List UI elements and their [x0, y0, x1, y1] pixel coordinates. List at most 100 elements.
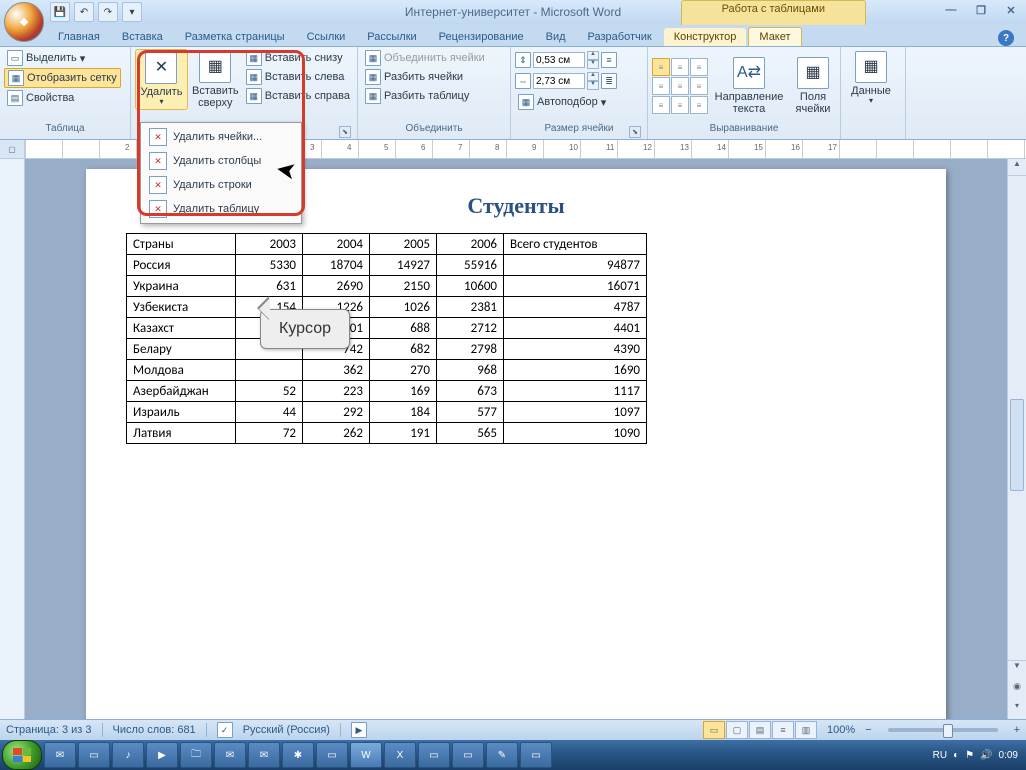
- tb-app-9[interactable]: ▭: [316, 742, 348, 768]
- taskbar: ✉ ▭ ♪ ▶ 🗀 ✉ ✉ ✱ ▭ W X ▭ ▭ ✎ ▭ RU ◐ ⚑ 🔊 0…: [0, 740, 1026, 770]
- page[interactable]: Студенты Страны2003200420052006Всего сту…: [86, 169, 946, 719]
- height-icon: ⇕: [515, 52, 531, 68]
- insert-left-button[interactable]: ▦Вставить слева: [243, 68, 353, 86]
- tb-app-4[interactable]: ▶: [146, 742, 178, 768]
- tab-review[interactable]: Рецензирование: [429, 28, 534, 46]
- ruler-corner[interactable]: ▢: [0, 140, 25, 158]
- tb-app-13[interactable]: ▭: [520, 742, 552, 768]
- autofit-button[interactable]: ▦Автоподбор ▾: [515, 93, 617, 111]
- tb-app-11[interactable]: ▭: [452, 742, 484, 768]
- tb-app-1[interactable]: ✉: [44, 742, 76, 768]
- tb-app-3[interactable]: ♪: [112, 742, 144, 768]
- merge-cells-button: ▦Объединить ячейки: [362, 49, 488, 67]
- tb-excel[interactable]: X: [384, 742, 416, 768]
- status-words[interactable]: Число слов: 681: [113, 724, 196, 736]
- prev-page-icon[interactable]: ◉: [1008, 681, 1026, 697]
- dialog-launcher-size-icon[interactable]: ⬊: [629, 126, 641, 138]
- tab-view[interactable]: Вид: [536, 28, 576, 46]
- col-width-input[interactable]: [533, 73, 585, 89]
- show-grid-button[interactable]: ▦Отобразить сетку: [4, 68, 121, 88]
- select-button[interactable]: ▭Выделить ▾: [4, 49, 121, 67]
- delete-columns[interactable]: ✕Удалить столбцы: [143, 149, 299, 173]
- status-page[interactable]: Страница: 3 из 3: [6, 724, 92, 736]
- vertical-scrollbar[interactable]: ▲ ▼ ◉ ▾: [1007, 159, 1026, 719]
- callout-cursor: Курсор: [260, 309, 350, 349]
- data-button[interactable]: ▦Данные▾: [845, 49, 897, 108]
- zoom-slider[interactable]: [888, 728, 998, 732]
- status-spell-icon[interactable]: ✓: [217, 722, 233, 738]
- delete-cells[interactable]: ✕Удалить ячейки...: [143, 125, 299, 149]
- scroll-up-icon[interactable]: ▲: [1008, 159, 1026, 176]
- insert-below-button[interactable]: ▦Вставить снизу: [243, 49, 353, 67]
- tab-mailings[interactable]: Рассылки: [357, 28, 426, 46]
- tb-app-6[interactable]: ✉: [214, 742, 246, 768]
- tb-app-12[interactable]: ✎: [486, 742, 518, 768]
- tab-layout[interactable]: Макет: [748, 27, 801, 46]
- distribute-cols-icon[interactable]: ≣: [601, 73, 617, 89]
- titlebar: ❖ 💾 ↶ ↷ ▾ Интернет-университет - Microso…: [0, 0, 1026, 24]
- view-print-layout[interactable]: ▭: [703, 721, 725, 739]
- alignment-grid[interactable]: ≡≡≡ ≡≡≡ ≡≡≡: [652, 58, 708, 114]
- insert-above-button[interactable]: ▦Вставить сверху: [190, 49, 241, 111]
- view-draft[interactable]: ▥: [795, 721, 817, 739]
- tray-icon-2[interactable]: ⚑: [965, 750, 974, 761]
- group-table-label: Таблица: [4, 123, 126, 139]
- qat-undo[interactable]: ↶: [74, 2, 94, 22]
- next-page-icon[interactable]: ▾: [1008, 701, 1026, 717]
- tb-app-7[interactable]: ✉: [248, 742, 280, 768]
- tab-page-layout[interactable]: Разметка страницы: [175, 28, 295, 46]
- help-button[interactable]: ?: [998, 30, 1014, 46]
- split-table-button[interactable]: ▦Разбить таблицу: [362, 87, 488, 105]
- status-lang[interactable]: Русский (Россия): [243, 724, 330, 736]
- insert-right-button[interactable]: ▦Вставить справа: [243, 87, 353, 105]
- cell-margins-button[interactable]: ▦Поля ячейки: [790, 55, 836, 117]
- tb-app-10[interactable]: ▭: [418, 742, 450, 768]
- zoom-out[interactable]: −: [865, 724, 871, 736]
- tab-home[interactable]: Главная: [48, 28, 110, 46]
- statusbar: Страница: 3 из 3 Число слов: 681 ✓ Русск…: [0, 719, 1026, 740]
- text-direction-button[interactable]: A⇄Направление текста: [712, 55, 786, 117]
- view-outline[interactable]: ≡: [772, 721, 794, 739]
- restore-button[interactable]: ❐: [972, 2, 990, 18]
- zoom-in[interactable]: +: [1014, 724, 1020, 736]
- document-area[interactable]: Студенты Страны2003200420052006Всего сту…: [25, 159, 1007, 719]
- tray-icon-3[interactable]: 🔊: [980, 750, 992, 761]
- distribute-rows-icon[interactable]: ≡: [601, 52, 617, 68]
- scroll-down-icon[interactable]: ▼: [1008, 660, 1026, 677]
- close-button[interactable]: ✕: [1002, 2, 1020, 18]
- delete-cells-icon: ✕: [149, 128, 167, 146]
- delete-button[interactable]: ✕Удалить▾: [135, 49, 188, 110]
- qat-save[interactable]: 💾: [50, 2, 70, 22]
- tb-app-2[interactable]: ▭: [78, 742, 110, 768]
- split-cells-button[interactable]: ▦Разбить ячейки: [362, 68, 488, 86]
- tray-icon-1[interactable]: ◐: [953, 750, 959, 761]
- data-table[interactable]: Страны2003200420052006Всего студентовРос…: [126, 233, 647, 444]
- office-button[interactable]: ❖: [4, 2, 44, 42]
- status-macro-icon[interactable]: ▶: [351, 722, 367, 738]
- tab-references[interactable]: Ссылки: [297, 28, 356, 46]
- dialog-launcher-icon[interactable]: ⬊: [339, 126, 351, 138]
- qat-more[interactable]: ▾: [122, 2, 142, 22]
- row-height[interactable]: ⇕▲▼≡: [515, 51, 617, 69]
- col-width[interactable]: ⇔▲▼≣: [515, 72, 617, 90]
- tb-app-5[interactable]: 🗀: [180, 742, 212, 768]
- qat-redo[interactable]: ↷: [98, 2, 118, 22]
- delete-rows[interactable]: ✕Удалить строки: [143, 173, 299, 197]
- scroll-thumb[interactable]: [1010, 399, 1024, 491]
- delete-table[interactable]: ✕Удалить таблицу: [143, 197, 299, 221]
- tab-insert[interactable]: Вставка: [112, 28, 173, 46]
- tb-word[interactable]: W: [350, 742, 382, 768]
- tray-time[interactable]: 0:09: [999, 750, 1018, 761]
- tab-developer[interactable]: Разработчик: [578, 28, 662, 46]
- properties-button[interactable]: ▤Свойства: [4, 89, 121, 107]
- row-height-input[interactable]: [533, 52, 585, 68]
- tray-lang[interactable]: RU: [933, 750, 947, 761]
- view-full-screen[interactable]: ▢: [726, 721, 748, 739]
- minimize-button[interactable]: —: [942, 2, 960, 18]
- zoom-label[interactable]: 100%: [827, 724, 855, 736]
- tb-app-8[interactable]: ✱: [282, 742, 314, 768]
- start-button[interactable]: [2, 740, 42, 770]
- select-icon: ▭: [7, 50, 23, 66]
- view-web[interactable]: ▤: [749, 721, 771, 739]
- tab-design[interactable]: Конструктор: [664, 28, 747, 46]
